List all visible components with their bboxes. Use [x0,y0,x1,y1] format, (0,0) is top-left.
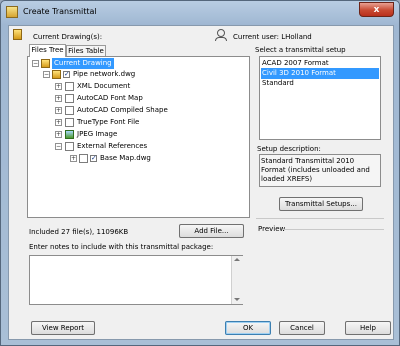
user-icon-body [215,37,227,41]
setup-description-text: Standard Transmittal 2010 Format (includ… [261,157,370,183]
close-button[interactable]: x [359,2,394,17]
notes-scrollbar[interactable] [231,256,243,304]
tree-item-jpeg-image[interactable]: JPEG Image [77,129,117,140]
include-drawing-checkbox[interactable]: ✓ [63,71,70,78]
include-xref-checkbox[interactable]: ✓ [90,155,97,162]
expand-icon[interactable]: + [55,119,62,126]
drawing-icon [13,29,22,40]
jpeg-image-icon [65,130,74,139]
collapse-xrefs-icon[interactable]: − [55,143,62,150]
window-title: Create Transmittal [23,7,97,16]
tree-item-external-references[interactable]: External References [77,141,147,152]
add-file-button[interactable]: Add File... [179,224,244,238]
setup-separator [256,218,384,219]
preview-separator [283,229,384,230]
ok-button[interactable]: OK [225,321,271,335]
dialog-window: Create Transmittal x Current Drawing(s):… [0,0,400,346]
help-button[interactable]: Help [345,321,391,335]
transmittal-setup-label: Select a transmittal setup [255,46,346,54]
dialog-client: Current Drawing(s): Current user: LHolla… [8,25,394,340]
expand-icon[interactable]: + [55,95,62,102]
collapse-root-icon[interactable]: − [32,60,39,67]
included-files-summary: Included 27 file(s), 11096KB [29,228,129,236]
shape-file-icon [65,106,74,115]
notes-label: Enter notes to include with this transmi… [29,243,214,251]
tree-item-xml-document[interactable]: XML Document [77,81,130,92]
truetype-font-icon [65,118,74,127]
tree-item-truetype-font-file[interactable]: TrueType Font File [77,117,139,128]
tree-item-drawing[interactable]: Pipe network.dwg [73,69,135,80]
current-drawings-label: Current Drawing(s): [33,33,103,41]
transmittal-setup-list[interactable]: ACAD 2007 Format Civil 3D 2010 Format St… [259,56,381,140]
setup-description-label: Setup description: [257,145,321,153]
scroll-up-icon[interactable] [234,258,240,261]
xref-folder-icon [79,154,88,163]
preview-label: Preview [258,225,286,233]
drawing-icon [41,59,50,68]
folder-icon [65,142,74,151]
setup-item[interactable]: Standard [262,78,378,89]
expand-icon[interactable]: + [55,107,62,114]
expand-icon[interactable]: + [70,155,77,162]
xml-file-icon [65,82,74,91]
view-report-button[interactable]: View Report [31,321,95,335]
cancel-button[interactable]: Cancel [279,321,325,335]
files-tree-panel[interactable]: − Current Drawing − ✓ Pipe network.dwg +… [27,56,250,218]
dwg-file-icon [52,70,61,79]
expand-icon[interactable]: + [55,83,62,90]
current-user-label: Current user: LHolland [233,33,312,41]
tree-item-autocad-compiled-shape[interactable]: AutoCAD Compiled Shape [77,105,168,116]
expand-icon[interactable]: + [55,131,62,138]
tree-item-base-map[interactable]: Base Map.dwg [100,153,151,164]
notes-textarea[interactable] [29,255,243,305]
title-bar[interactable]: Create Transmittal x [1,1,399,25]
transmittal-icon [6,6,18,18]
transmittal-setups-button[interactable]: Transmittal Setups... [279,197,363,211]
tree-item-autocad-font-map[interactable]: AutoCAD Font Map [77,93,143,104]
collapse-drawing-icon[interactable]: − [43,71,50,78]
user-icon [217,29,225,37]
tree-root-current-drawing[interactable]: Current Drawing [52,58,114,69]
font-map-icon [65,94,74,103]
tab-files-tree[interactable]: Files Tree [29,44,66,57]
setup-description-box: Standard Transmittal 2010 Format (includ… [259,154,381,187]
scroll-down-icon[interactable] [234,298,240,301]
